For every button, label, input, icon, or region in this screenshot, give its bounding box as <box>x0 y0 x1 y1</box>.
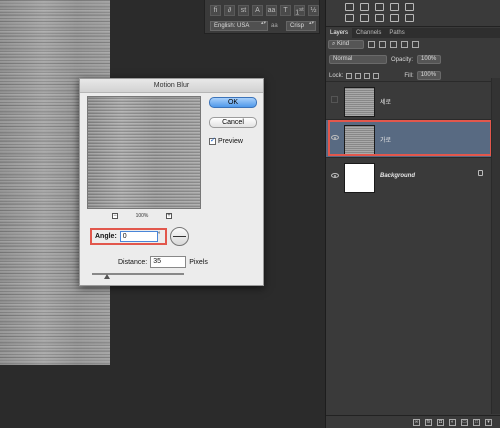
lock-label: Lock: <box>329 72 344 79</box>
hue-saturation-icon[interactable] <box>345 14 354 22</box>
ornament-icon[interactable]: ∂ <box>224 5 235 16</box>
distance-label: Distance: <box>118 258 148 266</box>
angle-label: Angle: <box>95 233 117 240</box>
group-icon[interactable]: ▭ <box>461 418 468 426</box>
layer-row[interactable]: Background <box>326 157 491 195</box>
lock-all-icon[interactable] <box>373 72 380 79</box>
distance-slider-thumb[interactable] <box>104 274 110 279</box>
link-icon[interactable]: ∞ <box>413 418 420 426</box>
layer-thumbnail <box>344 87 375 117</box>
opacity-input[interactable]: 100% <box>417 55 442 64</box>
tab-paths[interactable]: Paths <box>385 28 408 38</box>
curves-icon[interactable] <box>375 3 384 11</box>
adjustment-filter-icon[interactable] <box>379 41 386 48</box>
levels-icon[interactable] <box>360 3 369 11</box>
cancel-button[interactable]: Cancel <box>209 117 257 128</box>
color-balance-icon[interactable] <box>360 14 369 22</box>
new-layer-icon[interactable]: □ <box>473 418 480 426</box>
photo-filter-icon[interactable] <box>390 14 399 22</box>
pixel-filter-icon[interactable] <box>368 41 375 48</box>
distance-unit: Pixels <box>189 258 208 266</box>
zoom-level: 100% <box>135 213 149 219</box>
checkbox-icon[interactable] <box>209 137 216 145</box>
preview-checkbox[interactable]: Preview <box>209 137 243 145</box>
titling-icon[interactable]: T <box>280 5 291 16</box>
fraction-icon[interactable]: ½ <box>308 5 319 16</box>
kind-label: Kind <box>337 41 350 47</box>
dialog-title[interactable]: Motion Blur <box>80 79 263 93</box>
fill-input[interactable]: 100% <box>416 71 441 80</box>
trash-icon[interactable]: ▾ <box>485 418 492 426</box>
shape-filter-icon[interactable] <box>401 41 408 48</box>
tab-layers[interactable]: Layers <box>326 28 353 38</box>
layer-filter-row: ⌕ Kind <box>328 40 419 49</box>
tab-channels[interactable]: Channels <box>352 28 385 38</box>
angle-input[interactable]: 0 <box>119 231 158 242</box>
exposure-icon[interactable] <box>390 3 399 11</box>
fx-icon[interactable]: fx <box>425 418 432 426</box>
mask-icon[interactable]: ◘ <box>437 418 444 426</box>
layer-tabs: Layers Channels Paths <box>326 28 500 38</box>
brightness-icon[interactable] <box>345 3 354 11</box>
layer-thumbnail <box>344 163 375 193</box>
layer-name[interactable]: 세로 <box>380 97 391 106</box>
antialias-select[interactable]: Crisp <box>286 21 316 31</box>
fill-label: Fill: <box>404 72 414 79</box>
ligature-icon[interactable]: st <box>238 5 249 16</box>
lock-position-icon[interactable] <box>364 72 371 79</box>
visibility-toggle[interactable] <box>331 96 338 103</box>
ok-button[interactable]: OK <box>209 97 257 108</box>
preview-label: Preview <box>218 138 243 145</box>
layers-bottom-bar: ∞ fx ◘ ◐ ▭ □ ▾ <box>326 415 500 428</box>
layer-row[interactable]: 세로 <box>326 81 491 119</box>
distance-input[interactable]: 35 <box>150 256 187 268</box>
kind-select[interactable]: ⌕ Kind <box>328 40 364 49</box>
eye-icon[interactable] <box>331 173 339 178</box>
lock-row: Lock: Fill: 100% <box>329 71 441 80</box>
lock-icon <box>478 170 483 176</box>
antialias-icon: aa <box>271 23 278 29</box>
layers-panel: Layers Channels Paths ⌕ Kind Normal Opac… <box>325 0 500 428</box>
lock-image-icon[interactable] <box>355 72 362 79</box>
layer-name[interactable]: Background <box>380 173 415 179</box>
channel-mixer-icon[interactable] <box>405 14 414 22</box>
character-panel: fi ∂ st A aa T 1st ½ English: USA aa Cri… <box>204 0 320 34</box>
lock-transparent-icon[interactable] <box>346 72 353 79</box>
superscript-icon[interactable]: 1st <box>294 5 305 16</box>
selection-highlight <box>328 120 492 156</box>
blend-mode-select[interactable]: Normal <box>329 55 387 64</box>
adjustment-icon[interactable]: ◐ <box>449 418 456 426</box>
italic-a-icon[interactable]: A <box>252 5 263 16</box>
degree-symbol: ° <box>158 232 161 238</box>
angle-dial[interactable] <box>170 227 189 246</box>
vibrance-icon[interactable] <box>405 3 414 11</box>
zoom-controls: − 100% + <box>112 213 172 219</box>
fraction-glyph-button[interactable]: fi <box>210 5 221 16</box>
smart-object-filter-icon[interactable] <box>412 41 419 48</box>
blend-row: Normal Opacity: 100% <box>329 55 442 64</box>
type-filter-icon[interactable] <box>390 41 397 48</box>
black-white-icon[interactable] <box>375 14 384 22</box>
aa-icon[interactable]: aa <box>266 5 277 16</box>
language-select[interactable]: English: USA <box>210 21 268 31</box>
layers-scrollbar[interactable] <box>491 78 500 414</box>
zoom-out-button[interactable]: − <box>112 213 118 219</box>
blur-preview[interactable] <box>87 96 201 209</box>
distance-row: Distance: 35 Pixels <box>118 256 208 268</box>
opacity-label: Opacity: <box>391 56 414 63</box>
zoom-in-button[interactable]: + <box>165 213 172 219</box>
angle-field-group: Angle: 0 <box>90 228 167 245</box>
motion-blur-dialog: Motion Blur − 100% + OK Cancel Preview A… <box>79 78 264 286</box>
adjustments-icon-bar <box>326 0 500 27</box>
